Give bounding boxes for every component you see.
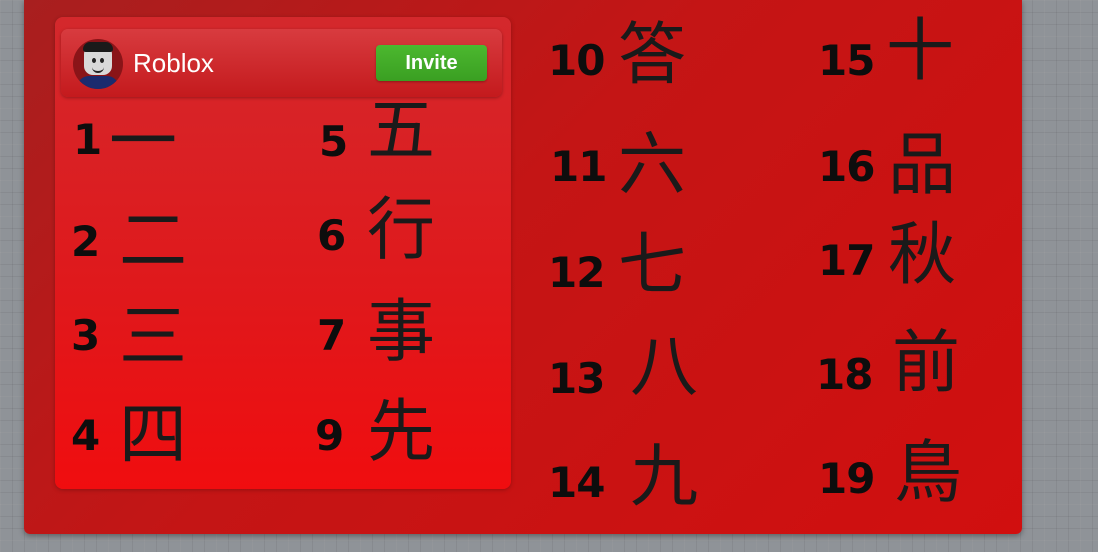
entry-kanji: 五 xyxy=(367,92,436,171)
entry-kanji: 秋 xyxy=(888,216,957,295)
entry-number: 6 xyxy=(317,211,346,260)
entry-number: 5 xyxy=(319,117,348,166)
entry-number: 7 xyxy=(317,311,346,360)
player-panel: Roblox Invite 1 一 2 二 3 三 4 四 5 五 6 行 7 … xyxy=(55,17,511,489)
entry-kanji: 鳥 xyxy=(894,434,963,513)
entry-number: 9 xyxy=(315,411,344,460)
entry-number: 11 xyxy=(550,142,607,191)
entry-number: 13 xyxy=(548,354,605,403)
entry-kanji: 四 xyxy=(119,396,188,475)
entry-number: 10 xyxy=(548,36,605,85)
player-username: Roblox xyxy=(133,48,214,78)
entry-kanji: 答 xyxy=(618,16,687,95)
entry-number: 2 xyxy=(71,217,100,266)
entry-number: 4 xyxy=(71,411,100,460)
entry-kanji: 九 xyxy=(630,438,699,517)
entry-number: 3 xyxy=(71,311,100,360)
entry-kanji: 先 xyxy=(367,393,436,472)
entry-number: 19 xyxy=(818,454,875,503)
avatar-shirt xyxy=(77,76,119,89)
entry-number: 1 xyxy=(73,115,102,164)
avatar-cap xyxy=(83,42,113,52)
entry-kanji: 行 xyxy=(367,191,436,270)
invite-button[interactable]: Invite xyxy=(376,45,487,81)
entry-number: 14 xyxy=(548,458,605,507)
avatar-eye-left xyxy=(92,58,96,63)
entry-kanji: 七 xyxy=(618,226,687,305)
entry-kanji: 十 xyxy=(886,12,955,91)
kanji-board: Roblox Invite 1 一 2 二 3 三 4 四 5 五 6 行 7 … xyxy=(24,0,1022,534)
entry-kanji: 三 xyxy=(119,298,188,377)
entry-number: 12 xyxy=(548,248,605,297)
entry-kanji: 品 xyxy=(888,126,957,205)
entry-kanji: 一 xyxy=(109,103,178,182)
entry-kanji: 前 xyxy=(892,324,961,403)
avatar-eye-right xyxy=(100,58,104,63)
entry-number: 18 xyxy=(816,350,873,399)
entry-kanji: 六 xyxy=(618,126,687,205)
entry-number: 17 xyxy=(818,236,875,285)
entry-kanji: 二 xyxy=(119,202,188,281)
player-card: Roblox Invite xyxy=(61,29,502,97)
entry-number: 16 xyxy=(818,142,875,191)
entry-number: 15 xyxy=(818,36,875,85)
entry-kanji: 事 xyxy=(367,293,436,372)
entry-kanji: 八 xyxy=(630,328,699,407)
avatar xyxy=(73,39,123,89)
